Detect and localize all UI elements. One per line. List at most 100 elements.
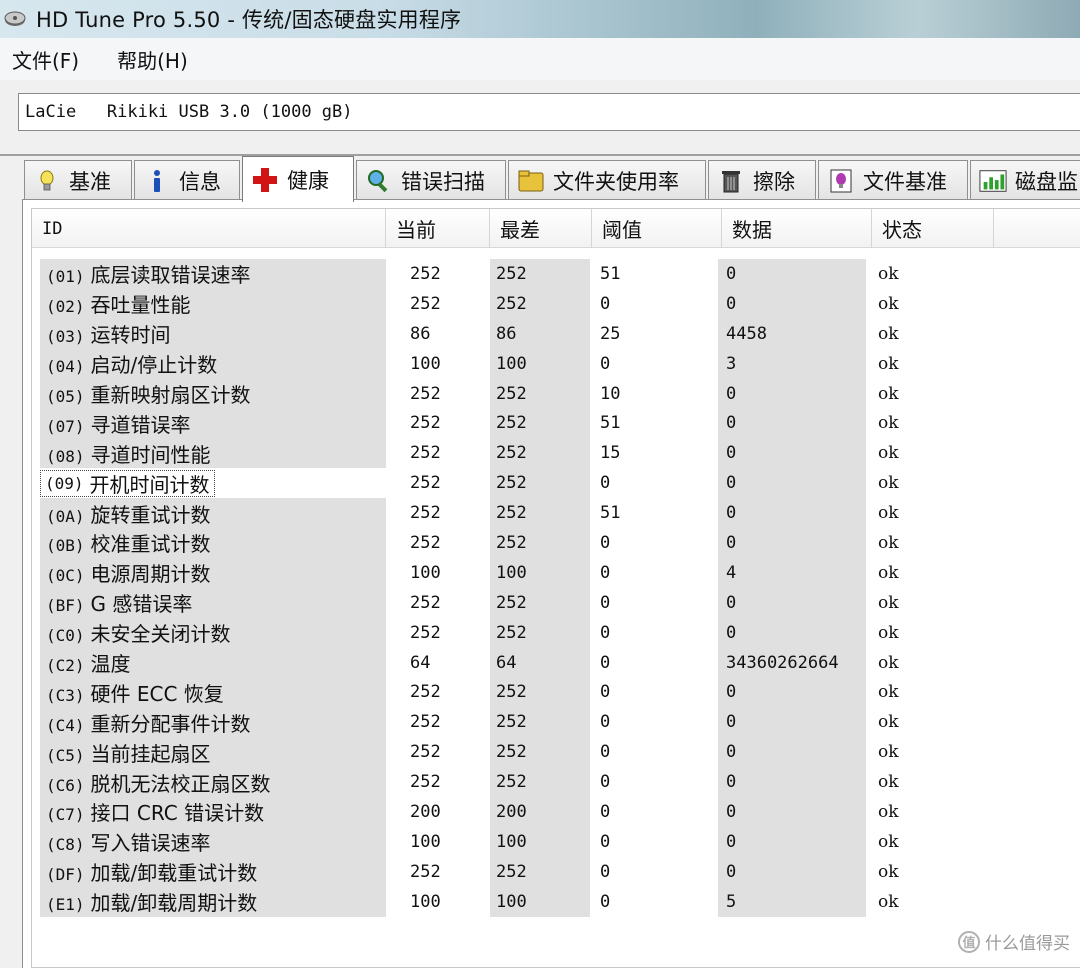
table-row[interactable]: (DF) 加载/卸载重试计数 252 252 0 0 ok	[40, 856, 976, 887]
cell-attribute: (0B) 校准重试计数	[40, 528, 386, 558]
attribute-code: (C3)	[46, 685, 85, 705]
attribute-name: 写入错误速率	[90, 831, 211, 856]
cell-worst: 252	[490, 259, 590, 289]
attribute-name: 底层读取错误速率	[90, 263, 251, 288]
column-header-current[interactable]: 当前	[386, 209, 490, 248]
tab-health[interactable]: 健康	[242, 156, 354, 202]
table-header: ID 当前 最差 阈值 数据 状态	[32, 209, 1080, 248]
column-header-id[interactable]: ID	[32, 209, 386, 248]
cell-status: ok	[878, 532, 899, 553]
attribute-label: (C4) 重新分配事件计数	[46, 708, 251, 737]
cell-worst: 252	[490, 677, 590, 708]
attribute-name: 吞吐量性能	[90, 293, 191, 318]
cell-worst: 252	[490, 498, 590, 529]
table-row[interactable]: (C0) 未安全关闭计数 252 252 0 0 ok	[40, 617, 976, 648]
cell-threshold: 0	[600, 293, 611, 314]
column-header-threshold[interactable]: 阈值	[592, 209, 722, 248]
column-header-data[interactable]: 数据	[722, 209, 872, 248]
cell-data: 3	[718, 348, 866, 379]
cell-worst: 86	[490, 318, 590, 349]
table-row[interactable]: (01) 底层读取错误速率 252 252 51 0 ok	[40, 259, 976, 289]
zhidemai-icon: 值	[958, 930, 980, 953]
table-row[interactable]: (08) 寻道时间性能 252 252 15 0 ok	[40, 438, 976, 469]
tab-label: 文件基准	[863, 169, 947, 194]
cell-data: 0	[718, 767, 866, 798]
attribute-label: (C2) 温度	[46, 648, 131, 677]
cell-data: 0	[718, 737, 866, 768]
attribute-name: 电源周期计数	[90, 562, 211, 587]
table-row[interactable]: (0B) 校准重试计数 252 252 0 0 ok	[40, 528, 976, 558]
table-row[interactable]: (02) 吞吐量性能 252 252 0 0 ok	[40, 288, 976, 319]
table-row[interactable]: (C7) 接口 CRC 错误计数 200 200 0 0 ok	[40, 797, 976, 827]
cell-status: ok	[878, 652, 899, 673]
attribute-label: (C8) 写入错误速率	[46, 827, 211, 856]
cell-threshold: 0	[600, 592, 611, 613]
cell-worst: 200	[490, 797, 590, 827]
table-row[interactable]: (03) 运转时间 86 86 25 4458 ok	[40, 318, 976, 349]
table-row[interactable]: (C2) 温度 64 64 0 34360262664 ok	[40, 647, 976, 678]
attribute-name: 启动/停止计数	[90, 353, 218, 378]
table-row[interactable]: (C8) 写入错误速率 100 100 0 0 ok	[40, 826, 976, 857]
cell-attribute: (02) 吞吐量性能	[40, 288, 386, 319]
cell-threshold: 0	[600, 562, 611, 583]
cell-data: 4458	[718, 318, 866, 349]
cell-threshold: 51	[600, 263, 621, 284]
table-row[interactable]: (07) 寻道错误率 252 252 51 0 ok	[40, 408, 976, 439]
drive-select[interactable]: LaCie Rikiki USB 3.0 (1000 gB)	[18, 93, 1080, 131]
cell-status: ok	[878, 772, 899, 793]
tab-file-benchmark[interactable]: 文件基准	[818, 160, 968, 200]
attribute-code: (02)	[46, 297, 85, 317]
tab-erase[interactable]: 擦除	[708, 160, 816, 200]
attribute-label: (02) 吞吐量性能	[46, 289, 191, 318]
table-row[interactable]: (C3) 硬件 ECC 恢复 252 252 0 0 ok	[40, 677, 976, 708]
tab-info[interactable]: 信息	[134, 160, 240, 200]
table-row[interactable]: (04) 启动/停止计数 100 100 0 3 ok	[40, 348, 976, 379]
attribute-label: (08) 寻道时间性能	[46, 439, 211, 468]
drive-toolbar: LaCie Rikiki USB 3.0 (1000 gB)	[0, 80, 1080, 156]
attribute-code: (0C)	[46, 566, 85, 586]
cell-worst: 100	[490, 348, 590, 379]
attribute-name: 寻道时间性能	[90, 442, 211, 467]
table-row[interactable]: (05) 重新映射扇区计数 252 252 10 0 ok	[40, 378, 976, 409]
column-header-worst[interactable]: 最差	[490, 209, 592, 248]
cell-threshold: 0	[600, 742, 611, 763]
attribute-name: 重新分配事件计数	[90, 711, 251, 736]
table-row[interactable]: (C4) 重新分配事件计数 252 252 0 0 ok	[40, 707, 976, 738]
cell-worst: 100	[490, 826, 590, 857]
cell-data: 0	[718, 528, 866, 558]
menu-file[interactable]: 文件(F)	[12, 45, 79, 74]
menu-help[interactable]: 帮助(H)	[117, 45, 188, 74]
cell-worst: 252	[490, 856, 590, 887]
table-row[interactable]: (C5) 当前挂起扇区 252 252 0 0 ok	[40, 737, 976, 768]
table-row[interactable]: (C6) 脱机无法校正扇区数 252 252 0 0 ok	[40, 767, 976, 798]
cell-status: ok	[878, 323, 899, 344]
attribute-code: (01)	[46, 267, 85, 287]
cell-threshold: 25	[600, 323, 621, 344]
cell-threshold: 0	[600, 831, 611, 852]
cell-current: 252	[410, 861, 441, 882]
tab-error-scan[interactable]: 错误扫描	[356, 160, 506, 200]
tab-disk-monitor[interactable]: 磁盘监	[970, 160, 1080, 200]
cell-worst: 252	[490, 617, 590, 648]
tab-folder-usage[interactable]: 文件夹使用率	[508, 160, 706, 200]
cell-threshold: 0	[600, 712, 611, 733]
attribute-name: 加载/卸载重试计数	[90, 861, 258, 886]
table-row[interactable]: (09) 开机时间计数 252 252 0 0 ok	[40, 468, 976, 499]
table-row[interactable]: (0A) 旋转重试计数 252 252 51 0 ok	[40, 498, 976, 529]
cell-status: ok	[878, 712, 899, 733]
table-row[interactable]: (0C) 电源周期计数 100 100 0 4 ok	[40, 557, 976, 588]
attribute-code: (03)	[46, 327, 85, 347]
cell-attribute: (0C) 电源周期计数	[40, 557, 386, 588]
window-title: HD Tune Pro 5.50 - 传统/固态硬盘实用程序	[36, 8, 462, 32]
cell-attribute: (C4) 重新分配事件计数	[40, 707, 386, 738]
cell-worst: 252	[490, 707, 590, 738]
cell-status: ok	[878, 831, 899, 852]
table-row[interactable]: (E1) 加载/卸载周期计数 100 100 0 5 ok	[40, 886, 976, 917]
attribute-code: (0B)	[46, 536, 85, 556]
cell-current: 252	[410, 622, 441, 643]
column-header-status[interactable]: 状态	[872, 209, 994, 248]
info-icon	[143, 167, 171, 195]
table-row[interactable]: (BF) G 感错误率 252 252 0 0 ok	[40, 587, 976, 618]
tab-benchmark[interactable]: 基准	[24, 160, 132, 200]
cell-threshold: 0	[600, 473, 611, 494]
